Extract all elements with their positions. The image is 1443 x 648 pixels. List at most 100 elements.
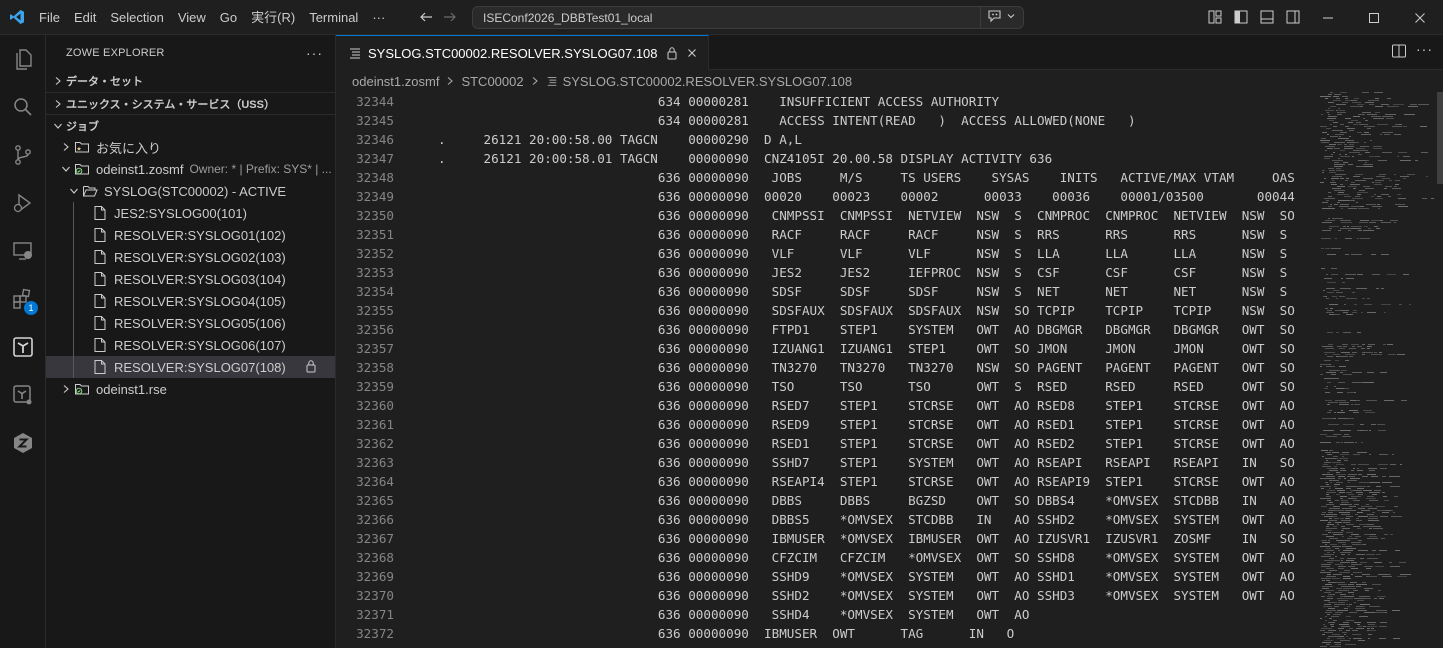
sidebar-more-button[interactable]: ··· xyxy=(306,45,323,61)
editor-more-button[interactable]: ··· xyxy=(1416,41,1433,57)
editor-tab-active[interactable]: SYSLOG.STC00002.RESOLVER.SYSLOG07.108 xyxy=(336,35,709,70)
toggle-primary-sidebar-icon[interactable] xyxy=(1230,6,1252,28)
split-editor-icon[interactable] xyxy=(1391,43,1407,62)
tree-item-spool-file[interactable]: RESOLVER:SYSLOG06(107) xyxy=(46,334,335,356)
command-center-search[interactable]: ISEConf2026_DBBTest01_local xyxy=(472,6,1024,29)
line-text xyxy=(394,643,438,648)
tree-item-spool-file[interactable]: JES2:SYSLOG00(101) xyxy=(46,202,335,224)
code-line: 32372 636 00000090 IBMUSER OWT TAG IN O xyxy=(336,624,1320,643)
tree-item-profile-zosmf[interactable]: odeinst1.zosmf Owner: * | Prefix: SYS* |… xyxy=(46,158,335,180)
menu-file[interactable]: File xyxy=(32,0,67,35)
title-bar: File Edit Selection View Go 実行(R) Termin… xyxy=(0,0,1443,35)
tree-item-spool-file[interactable]: RESOLVER:SYSLOG05(106) xyxy=(46,312,335,334)
line-number: 32372 xyxy=(356,626,394,641)
line-number: 32359 xyxy=(356,379,394,394)
search-icon[interactable] xyxy=(0,83,46,131)
toggle-secondary-sidebar-icon[interactable] xyxy=(1282,6,1304,28)
remote-explorer-icon[interactable] xyxy=(0,227,46,275)
chevron-down-icon[interactable] xyxy=(1005,10,1017,25)
menu-go[interactable]: Go xyxy=(213,0,244,35)
scrollbar-thumb[interactable] xyxy=(1437,92,1443,184)
section-datasets[interactable]: データ・セット xyxy=(46,70,335,92)
tab-close-icon[interactable] xyxy=(686,47,698,59)
menu-run[interactable]: 実行(R) xyxy=(244,0,302,35)
code-line: 32348 636 00000090 JOBS M/S TS USERS SYS… xyxy=(336,168,1320,187)
maximize-icon[interactable] xyxy=(1351,0,1397,35)
forward-arrow-icon[interactable] xyxy=(438,5,462,29)
code-line: 32359 636 00000090 TSO TSO TSO OWT S RSE… xyxy=(336,377,1320,396)
breadcrumb-item[interactable]: STC00002 xyxy=(461,74,523,89)
zowe-explorer-icon[interactable] xyxy=(0,323,46,371)
editor-tabs: SYSLOG.STC00002.RESOLVER.SYSLOG07.108 ··… xyxy=(336,35,1443,70)
file-icon xyxy=(92,293,108,309)
close-window-icon[interactable] xyxy=(1397,0,1443,35)
line-number: 32371 xyxy=(356,607,394,622)
breadcrumb-item[interactable]: odeinst1.zosmf xyxy=(352,74,439,89)
tree-item-profile-rse[interactable]: odeinst1.rse xyxy=(46,378,335,400)
menu-view[interactable]: View xyxy=(171,0,213,35)
tree-item-spool-file[interactable]: RESOLVER:SYSLOG02(103) xyxy=(46,246,335,268)
line-text: 636 00000090 CNMPSSI CNMPSSI NETVIEW NSW… xyxy=(438,208,1295,223)
tree-item-spool-file[interactable]: RESOLVER:SYSLOG04(105) xyxy=(46,290,335,312)
code-line: 32367 636 00000090 IBMUSER *OMVSEX IBMUS… xyxy=(336,529,1320,548)
profile-connected-icon xyxy=(74,381,90,397)
line-number: 32352 xyxy=(356,246,394,261)
profile-name: odeinst1.rse xyxy=(96,381,167,397)
menu-more[interactable]: ··· xyxy=(365,0,392,35)
code-line: 32364 636 00000090 RSEAPI4 STEP1 STCRSE … xyxy=(336,472,1320,491)
file-lines-icon xyxy=(546,75,558,87)
spool-file-label: RESOLVER:SYSLOG02(103) xyxy=(114,249,286,265)
section-datasets-label: データ・セット xyxy=(66,76,143,88)
chevron-right-icon xyxy=(58,142,74,152)
file-lines-icon xyxy=(348,46,362,60)
profile-connected-icon xyxy=(74,161,90,177)
line-text: 636 00000090 RSED9 STEP1 STCRSE OWT AO R… xyxy=(438,417,1295,432)
minimap[interactable] xyxy=(1320,92,1443,648)
line-text: 636 00000090 SSHD7 STEP1 SYSTEM OWT AO R… xyxy=(438,455,1295,470)
spool-file-label: RESOLVER:SYSLOG05(106) xyxy=(114,315,286,331)
code-editor[interactable]: 32344 634 00000281 INSUFFICIENT ACCESS A… xyxy=(336,92,1320,648)
explorer-files-icon[interactable] xyxy=(0,35,46,83)
chevron-right-icon xyxy=(445,76,455,86)
extensions-icon[interactable]: 1 xyxy=(0,275,46,323)
tree-item-spool-file[interactable]: RESOLVER:SYSLOG01(102) xyxy=(46,224,335,246)
line-text: 636 00000090 IBMUSER *OMVSEX IBMUSER OWT… xyxy=(438,531,1295,546)
zowe-resources-icon[interactable] xyxy=(0,371,46,419)
minimize-icon[interactable] xyxy=(1305,0,1351,35)
spool-file-label: RESOLVER:SYSLOG03(104) xyxy=(114,271,286,287)
line-text: 636 00000090 JES2 JES2 IEFPROC NSW S CSF… xyxy=(438,265,1288,280)
copilot-chat-icon[interactable] xyxy=(987,9,1003,26)
menu-terminal[interactable]: Terminal xyxy=(302,0,365,35)
back-arrow-icon[interactable] xyxy=(414,5,438,29)
section-jobs-label: ジョブ xyxy=(66,120,99,133)
source-control-icon[interactable] xyxy=(0,131,46,179)
menu-selection[interactable]: Selection xyxy=(103,0,170,35)
tree-item-spool-file[interactable]: RESOLVER:SYSLOG07(108) xyxy=(46,356,335,378)
tree-item-favorites[interactable]: お気に入り xyxy=(46,136,335,158)
line-text: 636 00000090 TN3270 TN3270 TN3270 NSW SO… xyxy=(438,360,1295,375)
line-number: 32366 xyxy=(356,512,394,527)
tree-item-job[interactable]: SYSLOG(STC00002) - ACTIVE xyxy=(46,180,335,202)
indent-guide xyxy=(73,268,74,290)
code-line: 32357 636 00000090 IZUANG1 IZUANG1 STEP1… xyxy=(336,339,1320,358)
line-number: 32345 xyxy=(356,113,394,128)
zowe-z-icon[interactable] xyxy=(0,419,46,467)
tree-item-spool-file[interactable]: RESOLVER:SYSLOG03(104) xyxy=(46,268,335,290)
toggle-panel-icon[interactable] xyxy=(1256,6,1278,28)
menu-edit[interactable]: Edit xyxy=(67,0,103,35)
breadcrumb-item[interactable]: SYSLOG.STC00002.RESOLVER.SYSLOG07.108 xyxy=(563,74,853,89)
line-text: 636 00000090 RSEAPI4 STEP1 STCRSE OWT AO… xyxy=(438,474,1295,489)
run-debug-icon[interactable] xyxy=(0,179,46,227)
line-text: 636 00000090 TSO TSO TSO OWT S RSED RSED… xyxy=(438,379,1295,394)
spool-file-label: RESOLVER:SYSLOG04(105) xyxy=(114,293,286,309)
line-text: 636 00000090 DBBS5 *OMVSEX STCDBB IN AO … xyxy=(438,512,1295,527)
line-number: 32358 xyxy=(356,360,394,375)
line-number: 32370 xyxy=(356,588,394,603)
section-jobs[interactable]: ジョブ xyxy=(46,114,335,136)
customize-layout-icon[interactable] xyxy=(1204,6,1226,28)
section-uss-label: ユニックス・システム・サービス（USS） xyxy=(66,98,275,111)
section-uss[interactable]: ユニックス・システム・サービス（USS） xyxy=(46,92,335,114)
file-icon xyxy=(92,249,108,265)
line-number: 32355 xyxy=(356,303,394,318)
file-icon xyxy=(92,205,108,221)
